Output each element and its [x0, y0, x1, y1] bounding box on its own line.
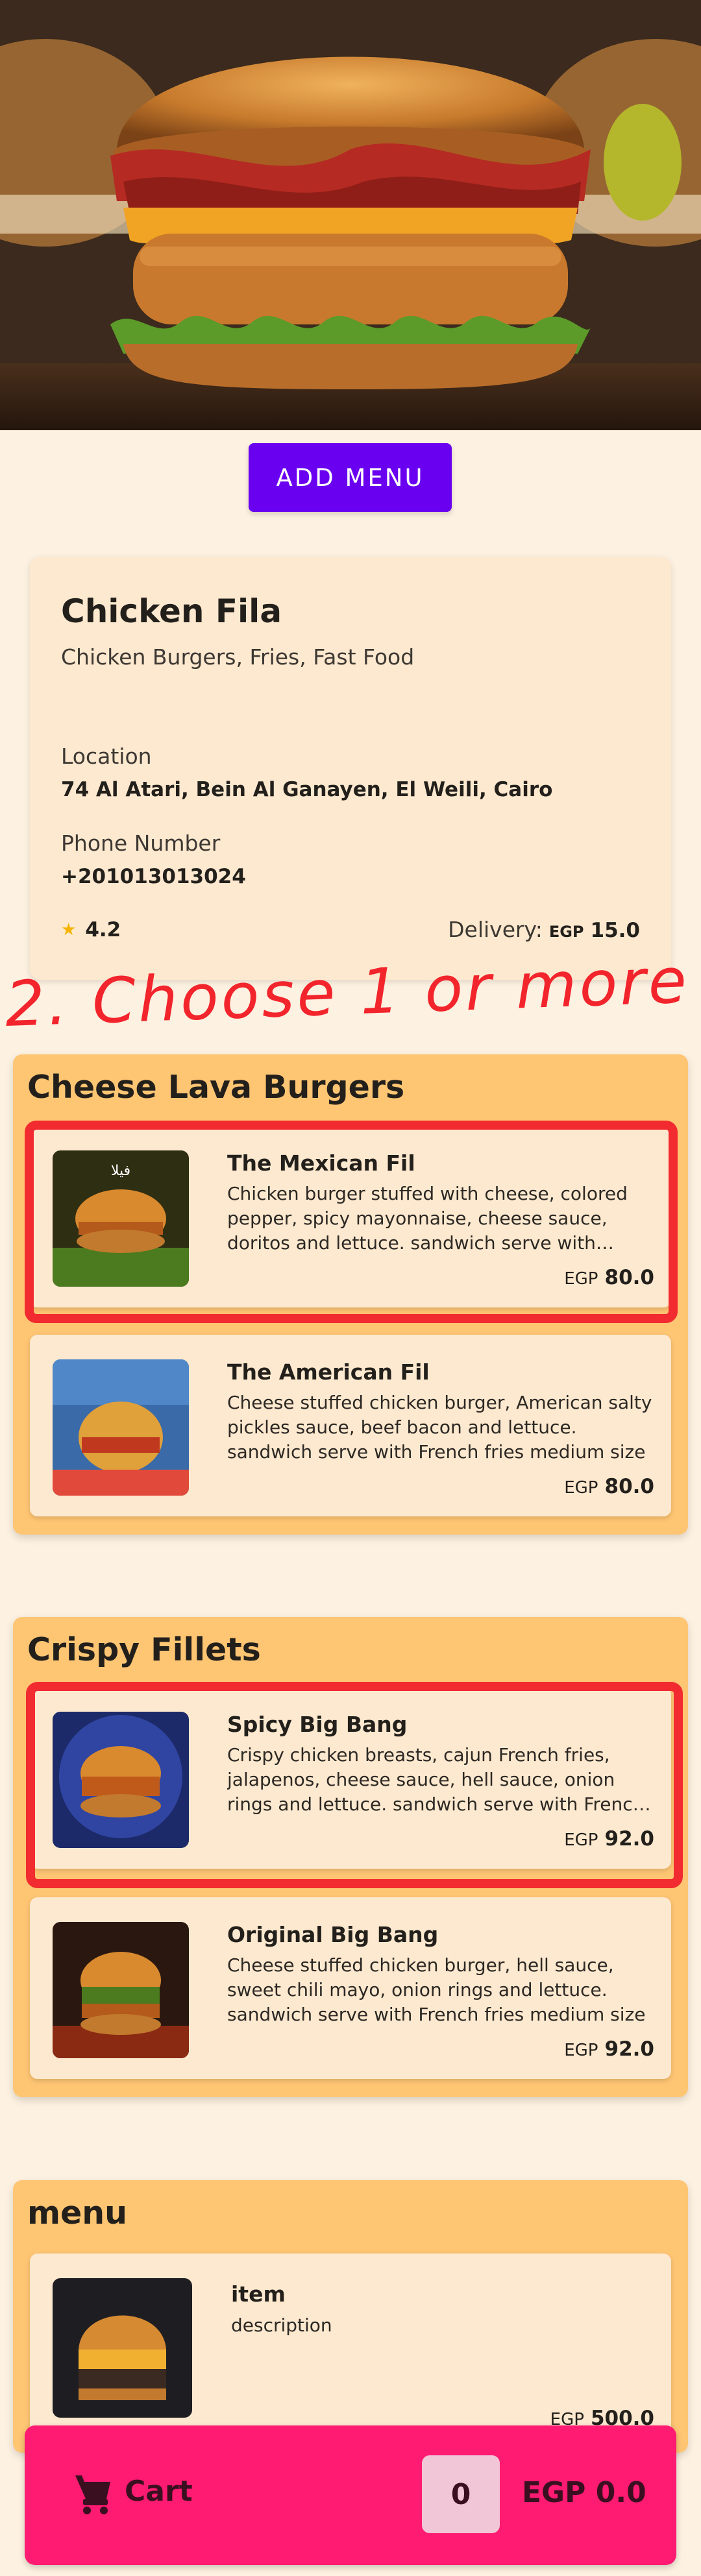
item-image: [53, 1922, 189, 2058]
phone-label: Phone Number: [61, 831, 221, 856]
item-price: EGP 92.0: [564, 2037, 654, 2061]
item-description: Cheese stuffed chicken burger, hell sauc…: [227, 1954, 646, 2025]
menu-item-card[interactable]: item description EGP 500.0: [30, 2254, 671, 2448]
item-name: Spicy Big Bang: [227, 1712, 408, 1737]
restaurant-tags: Chicken Burgers, Fries, Fast Food: [61, 644, 415, 670]
item-price: EGP 92.0: [564, 1827, 654, 1851]
item-price: EGP 80.0: [564, 1266, 654, 1289]
restaurant-info-card: Chicken Fila Chicken Burgers, Fries, Fas…: [30, 557, 671, 980]
cart-bar[interactable]: Cart 0 EGP 0.0: [25, 2425, 676, 2565]
delivery-amount: 15.0: [590, 919, 641, 942]
item-description: Chicken burger stuffed with cheese, colo…: [227, 1183, 628, 1254]
item-description: Cheese stuffed chicken burger, American …: [227, 1392, 652, 1463]
item-image: [53, 1359, 189, 1496]
cart-count-badge: 0: [422, 2455, 500, 2533]
menu-item-card[interactable]: فيلا The Mexican Fil Chicken burger stuf…: [30, 1126, 671, 1307]
price-currency: EGP: [564, 2041, 598, 2060]
cart-label: Cart: [125, 2475, 193, 2508]
section-crispy-fillets: Crispy Fillets Spicy Big Bang Crispy chi…: [13, 1617, 688, 2097]
rating: ★ 4.2: [61, 918, 121, 942]
star-icon: ★: [61, 920, 77, 940]
delivery-label: Delivery:: [448, 917, 543, 942]
section-menu: menu item description EGP 500.0: [13, 2180, 688, 2453]
item-name: Original Big Bang: [227, 1922, 439, 1947]
menu-item-card[interactable]: Spicy Big Bang Crispy chicken breasts, c…: [30, 1687, 671, 1869]
menu-item-card[interactable]: The American Fil Cheese stuffed chicken …: [30, 1335, 671, 1516]
price-amount: 92.0: [604, 2037, 655, 2061]
item-image: [53, 2278, 192, 2418]
rating-value: 4.2: [85, 918, 121, 942]
item-description: Crispy chicken breasts, cajun French fri…: [227, 1744, 645, 1815]
price-amount: 80.0: [604, 1266, 655, 1289]
delivery-fee: Delivery: EGP 15.0: [448, 917, 640, 942]
price-currency: EGP: [564, 1269, 598, 1289]
price-currency: EGP: [564, 1478, 598, 1498]
item-image: [53, 1712, 189, 1848]
delivery-currency: EGP: [548, 923, 584, 941]
location-value: 74 Al Atari, Bein Al Ganayen, El Weili, …: [61, 778, 553, 801]
item-name: The American Fil: [227, 1359, 430, 1385]
restaurant-name: Chicken Fila: [61, 592, 282, 630]
menu-item-card[interactable]: Original Big Bang Cheese stuffed chicken…: [30, 1897, 671, 2079]
svg-text:فيلا: فيلا: [111, 1163, 130, 1179]
cart-total: EGP 0.0: [522, 2476, 646, 2509]
section-title: menu: [27, 2194, 128, 2231]
item-name: The Mexican Fil: [227, 1150, 415, 1176]
cart-icon: [74, 2473, 112, 2516]
section-title: Crispy Fillets: [27, 1631, 261, 1668]
burger-hero-image: [0, 0, 701, 430]
price-amount: 80.0: [604, 1475, 655, 1498]
hero-banner: [0, 0, 701, 430]
add-menu-button[interactable]: ADD MENU: [249, 443, 452, 512]
section-title: Cheese Lava Burgers: [27, 1069, 405, 1106]
item-price: EGP 80.0: [564, 1475, 654, 1498]
item-image: فيلا: [53, 1150, 189, 1287]
location-label: Location: [61, 744, 152, 769]
section-cheese-lava-burgers: Cheese Lava Burgers فيلا The Mexican Fil…: [13, 1054, 688, 1535]
item-name: item: [231, 2281, 286, 2307]
item-description: description: [231, 2315, 332, 2336]
price-amount: 92.0: [604, 1827, 655, 1851]
price-currency: EGP: [564, 1830, 598, 1850]
phone-value: +201013013024: [61, 865, 246, 888]
